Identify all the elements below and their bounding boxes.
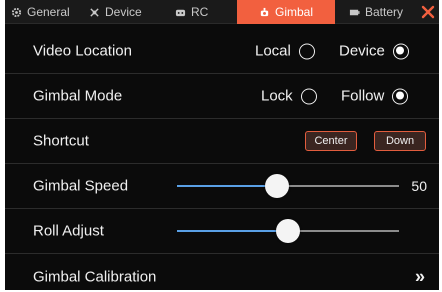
tab-gimbal[interactable]: Gimbal (237, 0, 335, 24)
roll-adjust-slider[interactable] (177, 219, 399, 243)
roll-adjust-fill (177, 230, 288, 232)
shortcut-row: Shortcut Center Down (5, 119, 439, 164)
device-option-label: Device (339, 42, 385, 60)
tab-general[interactable]: General (5, 0, 83, 24)
close-icon (421, 5, 435, 19)
tab-device-label: Device (105, 5, 142, 19)
settings-panel: General Device RC Gimbal Battery Video L… (5, 0, 439, 290)
gimbal-speed-thumb[interactable] (264, 174, 289, 198)
shortcut-label: Shortcut (33, 132, 89, 150)
gimbal-speed-label: Gimbal Speed (33, 177, 129, 195)
down-button[interactable]: Down (374, 131, 426, 151)
tab-battery-label: Battery (365, 5, 404, 19)
video-location-device-option[interactable]: Device (339, 43, 409, 60)
gimbal-calibration-label: Gimbal Calibration (33, 268, 157, 285)
gear-icon (11, 7, 22, 17)
roll-adjust-thumb[interactable] (276, 219, 300, 243)
gimbal-speed-fill (177, 185, 277, 187)
video-location-row: Video Location Local Device (5, 29, 439, 74)
roll-adjust-row: Roll Adjust (5, 209, 439, 254)
gimbal-calibration-row[interactable]: Gimbal Calibration » (5, 254, 439, 290)
roll-adjust-label: Roll Adjust (33, 222, 104, 240)
chevron-right-icon: » (414, 266, 425, 286)
video-location-label: Video Location (33, 42, 132, 60)
gimbal-mode-label: Gimbal Mode (33, 87, 123, 105)
tab-general-label: General (27, 5, 70, 19)
tab-gimbal-label: Gimbal (275, 5, 314, 19)
tab-battery[interactable]: Battery (335, 0, 417, 24)
device-radio[interactable] (392, 43, 409, 59)
tab-bar: General Device RC Gimbal Battery (5, 0, 439, 24)
tab-rc-label: RC (191, 5, 209, 19)
lock-radio[interactable] (300, 88, 317, 104)
gimbal-mode-follow-option[interactable]: Follow (341, 87, 409, 105)
controller-icon (175, 9, 186, 16)
lock-option-label: Lock (261, 87, 293, 105)
gimbal-icon (260, 7, 269, 16)
video-location-local-option[interactable]: Local (255, 43, 315, 60)
gimbal-mode-lock-option[interactable]: Lock (261, 88, 317, 105)
gimbal-mode-row: Gimbal Mode Lock Follow (5, 74, 439, 119)
gimbal-speed-value: 50 (411, 178, 427, 194)
device-icon (90, 7, 99, 17)
local-option-label: Local (255, 42, 291, 60)
battery-icon (349, 9, 360, 15)
follow-radio[interactable] (392, 88, 409, 104)
close-button[interactable] (417, 0, 439, 24)
tab-device[interactable]: Device (83, 0, 169, 24)
tab-rc[interactable]: RC (169, 0, 237, 24)
follow-option-label: Follow (341, 87, 385, 105)
gimbal-speed-slider[interactable] (177, 174, 399, 198)
local-radio[interactable] (298, 43, 315, 59)
gimbal-speed-row: Gimbal Speed 50 (5, 164, 439, 209)
center-button[interactable]: Center (305, 131, 357, 151)
